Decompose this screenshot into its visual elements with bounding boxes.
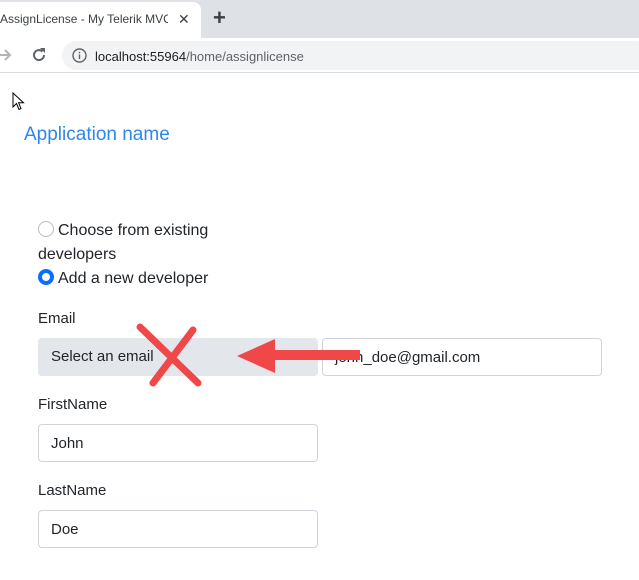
radio-existing-label-2: developers: [38, 246, 117, 263]
email-input[interactable]: john_doe@gmail.com: [322, 338, 602, 376]
tab-strip: AssignLicense - My Telerik MVC A ✕ +: [0, 0, 639, 38]
app-name-link[interactable]: Application name: [24, 124, 170, 146]
url-path: /home/assignlicense: [186, 49, 304, 64]
site-info-icon[interactable]: [72, 48, 87, 68]
email-input-value: john_doe@gmail.com: [335, 349, 481, 366]
radio-existing-label-1: Choose from existing: [58, 222, 209, 239]
email-select[interactable]: Select an email: [38, 338, 318, 376]
tab-title: AssignLicense - My Telerik MVC A: [0, 12, 168, 26]
radio-new-label: Add a new developer: [58, 270, 209, 287]
close-tab-icon[interactable]: ✕: [178, 11, 190, 27]
radio-option-existing[interactable]: Choose from existing developers: [38, 219, 208, 267]
url-text: localhost:55964/home/assignlicense: [95, 49, 304, 64]
firstname-label: FirstName: [38, 396, 108, 413]
lastname-label: LastName: [38, 482, 107, 499]
mouse-cursor-icon: [12, 91, 26, 117]
url-host: localhost:55964: [95, 49, 187, 64]
address-bar[interactable]: localhost:55964/home/assignlicense: [62, 41, 639, 70]
reload-icon[interactable]: [29, 45, 49, 70]
radio-new-button[interactable]: [38, 269, 54, 285]
firstname-input[interactable]: John: [38, 424, 318, 462]
firstname-input-value: John: [51, 435, 84, 452]
email-select-text: Select an email: [51, 348, 154, 365]
email-label: Email: [38, 310, 76, 327]
browser-toolbar: localhost:55964/home/assignlicense: [0, 38, 639, 73]
new-tab-icon[interactable]: +: [213, 6, 226, 30]
lastname-input[interactable]: Doe: [38, 510, 318, 548]
lastname-input-value: Doe: [51, 521, 79, 538]
radio-option-new[interactable]: Add a new developer: [38, 267, 208, 291]
forward-arrow-icon[interactable]: [0, 45, 16, 70]
radio-existing-button[interactable]: [38, 221, 54, 237]
browser-tab[interactable]: AssignLicense - My Telerik MVC A ✕: [0, 2, 201, 38]
